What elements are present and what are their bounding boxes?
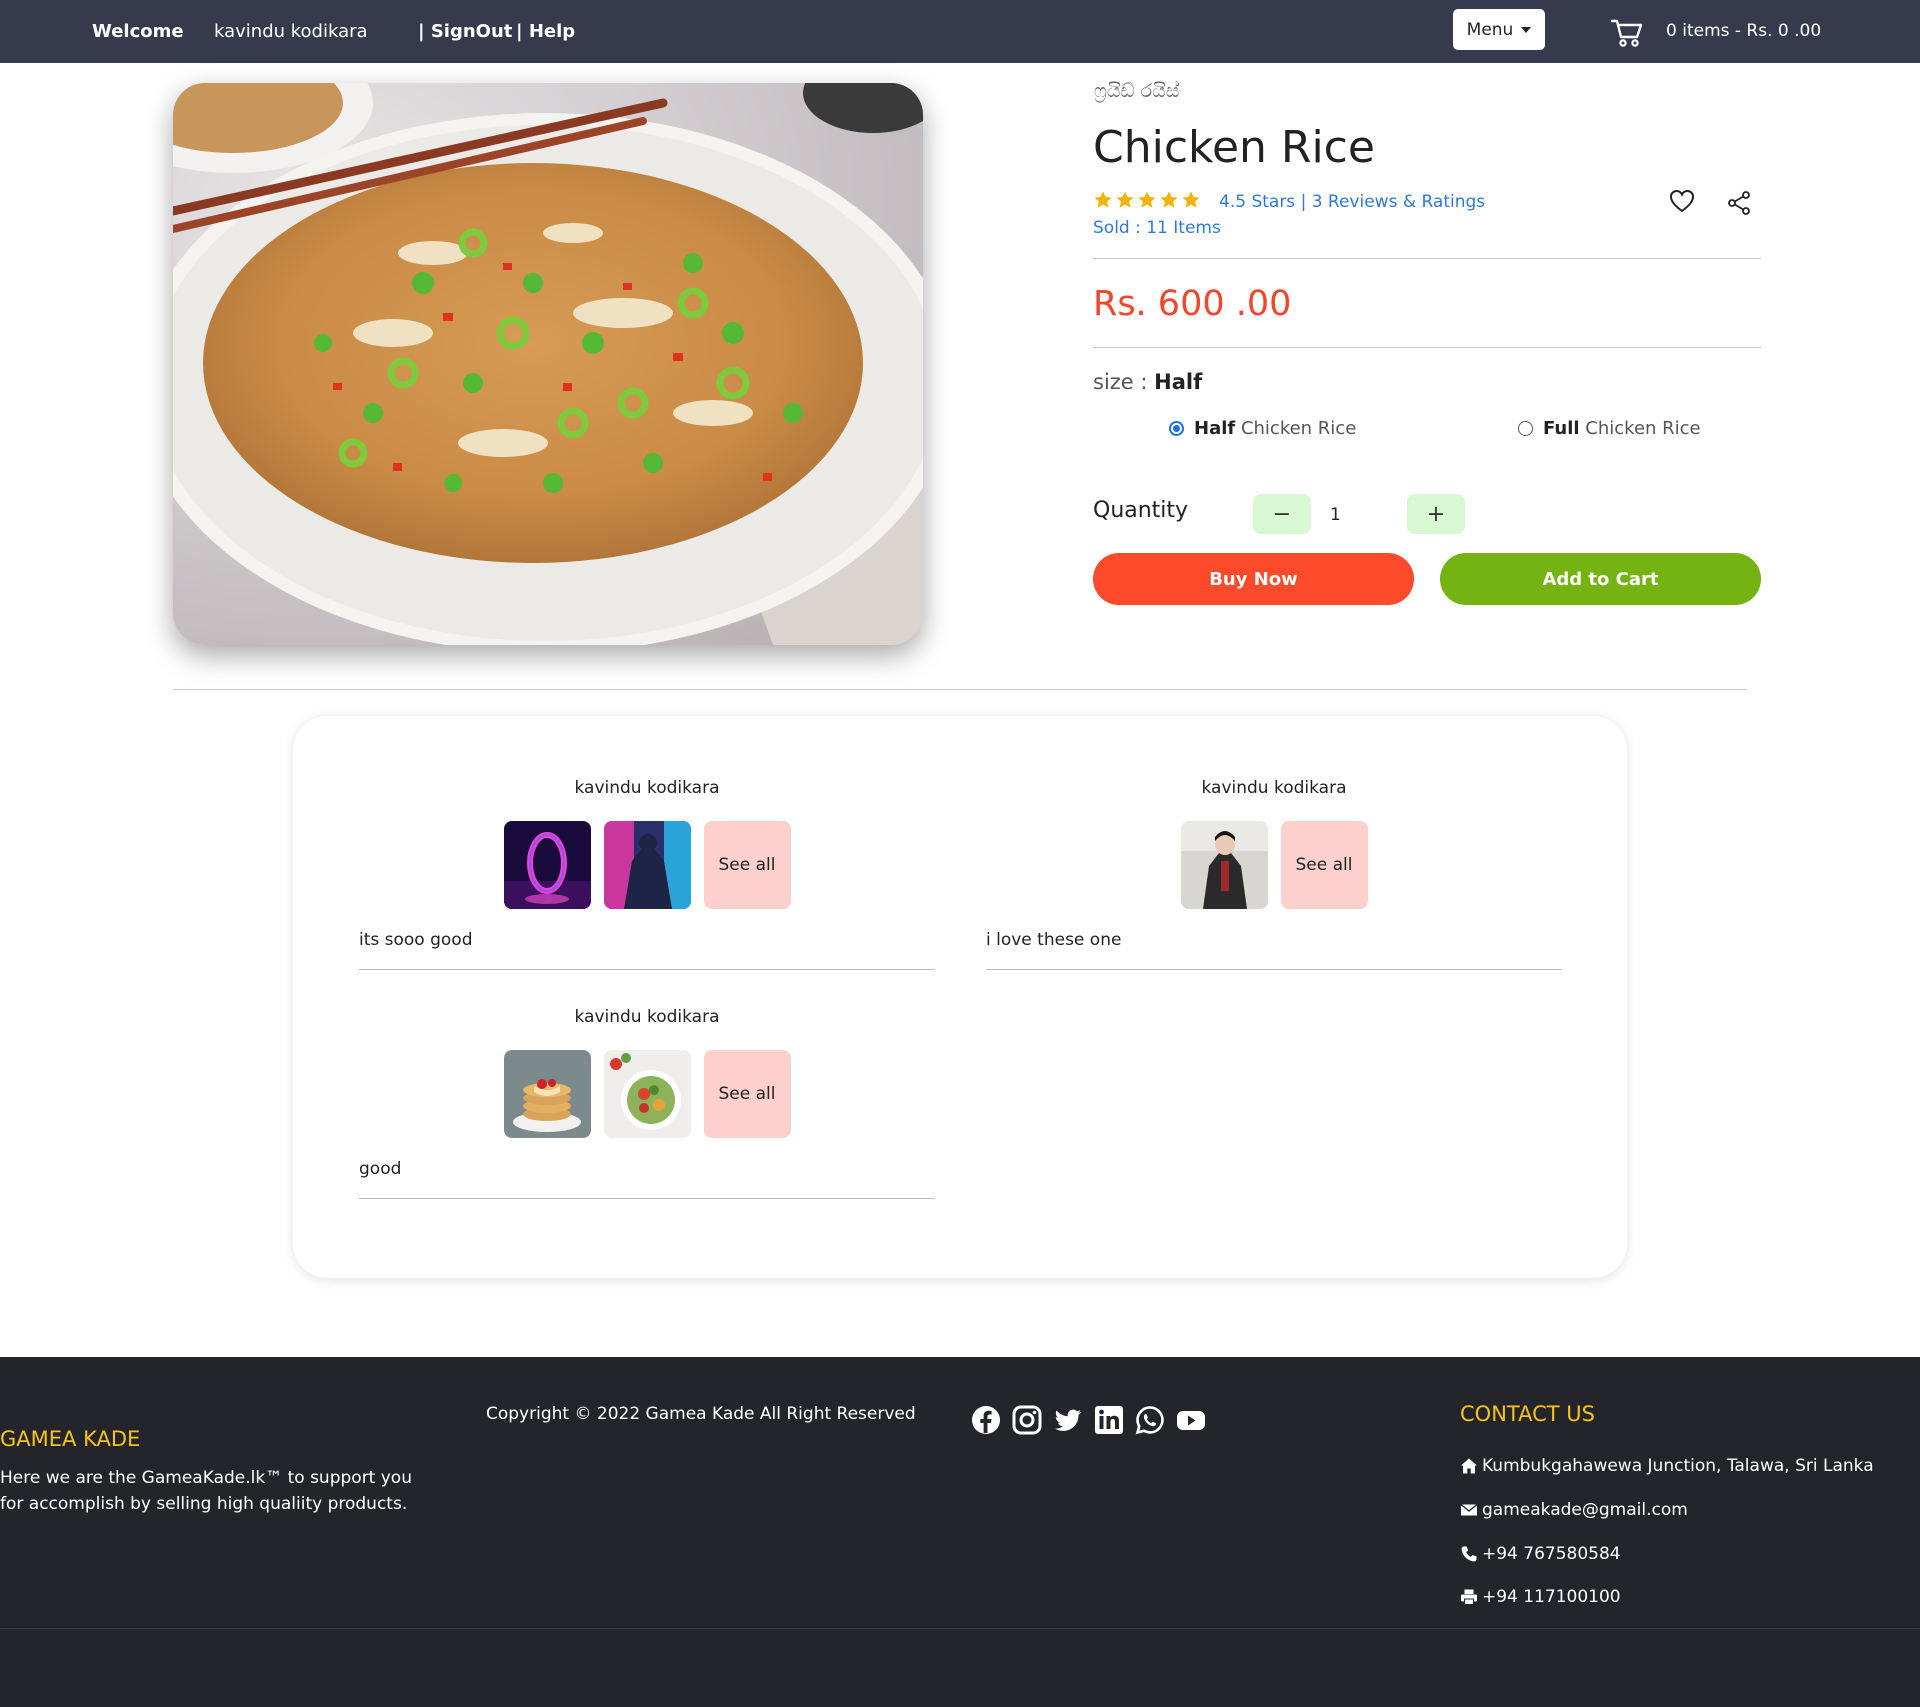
contact-email[interactable]: gameakade@gmail.com (1460, 1500, 1688, 1520)
quantity-increase-button[interactable]: + (1407, 494, 1465, 534)
review-thumbnail[interactable] (603, 821, 691, 909)
facebook-icon[interactable] (971, 1405, 1001, 1435)
option-full-bold: Full (1543, 418, 1580, 439)
user-name-link[interactable]: kavindu kodikara (214, 21, 368, 42)
radio-selected-icon (1169, 421, 1184, 436)
option-half-label: Chicken Rice (1235, 418, 1357, 439)
review-thumbnail[interactable] (1180, 821, 1268, 909)
option-full-label: Chicken Rice (1579, 418, 1701, 439)
help-link[interactable]: | Help (516, 21, 575, 42)
size-label: size : (1093, 370, 1148, 394)
product-subtitle: ෆ්‍රයිඩ් රයිස් (1094, 80, 1180, 102)
star-icon (1094, 191, 1112, 208)
review-images: See all (986, 821, 1562, 909)
star-icon (1116, 191, 1134, 208)
contact-title: CONTACT US (1460, 1402, 1595, 1426)
youtube-icon[interactable] (1176, 1405, 1206, 1435)
fax-text: +94 117100100 (1482, 1587, 1621, 1607)
reviews-card: kavindu kodikara See all its sooo good k… (293, 716, 1627, 1278)
see-all-button[interactable]: See all (703, 1050, 791, 1138)
star-icon (1160, 191, 1178, 208)
cart-icon[interactable] (1610, 17, 1644, 49)
section-divider (173, 689, 1747, 690)
caret-down-icon (1521, 26, 1532, 33)
radio-unselected-icon (1518, 421, 1533, 436)
option-full-radio[interactable]: Full Chicken Rice (1518, 418, 1701, 439)
footer-brand: GAMEA KADE (0, 1427, 141, 1451)
share-icon[interactable] (1727, 191, 1751, 215)
review-comment: good (359, 1159, 402, 1179)
contact-fax: +94 117100100 (1460, 1587, 1621, 1607)
home-icon (1461, 1458, 1477, 1474)
printer-icon (1461, 1589, 1477, 1605)
quantity-decrease-button[interactable]: − (1253, 494, 1311, 534)
menu-label: Menu (1466, 19, 1514, 40)
signout-link[interactable]: | SignOut (418, 21, 512, 42)
add-to-cart-button[interactable]: Add to Cart (1440, 553, 1761, 605)
divider (1093, 258, 1761, 259)
divider (1093, 347, 1761, 348)
review-comment: i love these one (986, 930, 1122, 950)
whatsapp-icon[interactable] (1135, 1405, 1165, 1435)
reviewer-name: kavindu kodikara (574, 1007, 720, 1027)
quantity-value[interactable]: 1 (1330, 505, 1341, 525)
review-divider (359, 969, 935, 970)
footer: GAMEA KADE Here we are the GameaKade.lk™… (0, 1357, 1920, 1707)
phone-text[interactable]: +94 767580584 (1482, 1544, 1621, 1564)
contact-phone[interactable]: +94 767580584 (1460, 1544, 1621, 1564)
review-divider (359, 1198, 935, 1199)
review-divider (986, 969, 1562, 970)
see-all-button[interactable]: See all (1280, 821, 1368, 909)
product-image (173, 83, 923, 645)
rating-link[interactable]: 4.5 Stars | 3 Reviews & Ratings (1219, 192, 1485, 212)
email-text[interactable]: gameakade@gmail.com (1482, 1500, 1688, 1520)
reviewer-name: kavindu kodikara (574, 778, 720, 798)
review-thumbnail[interactable] (603, 1050, 691, 1138)
footer-divider (0, 1628, 1920, 1629)
size-indicator: size : Half (1093, 370, 1202, 394)
option-half-radio[interactable]: Half Chicken Rice (1169, 418, 1356, 439)
see-all-button[interactable]: See all (703, 821, 791, 909)
star-icon (1138, 191, 1156, 208)
sold-count: Sold : 11 Items (1093, 218, 1221, 238)
review-thumbnail[interactable] (503, 821, 591, 909)
top-navbar: Welcome kavindu kodikara | SignOut | Hel… (0, 0, 1920, 63)
star-icon (1182, 191, 1200, 208)
footer-description: Here we are the GameaKade.lk™ to support… (0, 1468, 412, 1514)
contact-address: Kumbukgahawewa Junction, Talawa, Sri Lan… (1460, 1456, 1874, 1476)
instagram-icon[interactable] (1012, 1405, 1042, 1435)
product-price: Rs. 600 .00 (1093, 284, 1292, 324)
welcome-text: Welcome (92, 21, 184, 42)
review-comment: its sooo good (359, 930, 473, 950)
phone-icon (1461, 1546, 1477, 1562)
linkedin-icon[interactable] (1094, 1405, 1124, 1435)
menu-dropdown-button[interactable]: Menu (1453, 9, 1545, 50)
envelope-icon (1460, 1503, 1478, 1516)
footer-copyright: Copyright © 2022 Gamea Kade All Right Re… (486, 1404, 916, 1424)
quantity-label: Quantity (1093, 498, 1189, 523)
reviewer-name: kavindu kodikara (1201, 778, 1347, 798)
twitter-icon[interactable] (1053, 1405, 1083, 1435)
rating-stars (1093, 190, 1201, 210)
cart-summary[interactable]: 0 items - Rs. 0 .00 (1666, 21, 1821, 41)
address-text: Kumbukgahawewa Junction, Talawa, Sri Lan… (1482, 1456, 1874, 1476)
size-value: Half (1154, 370, 1203, 394)
option-half-bold: Half (1194, 418, 1236, 439)
heart-icon[interactable] (1669, 189, 1695, 213)
social-links (971, 1405, 1206, 1435)
review-images: See all (359, 1050, 935, 1138)
buy-now-button[interactable]: Buy Now (1093, 553, 1414, 605)
review-thumbnail[interactable] (503, 1050, 591, 1138)
product-title: Chicken Rice (1093, 122, 1375, 173)
review-images: See all (359, 821, 935, 909)
